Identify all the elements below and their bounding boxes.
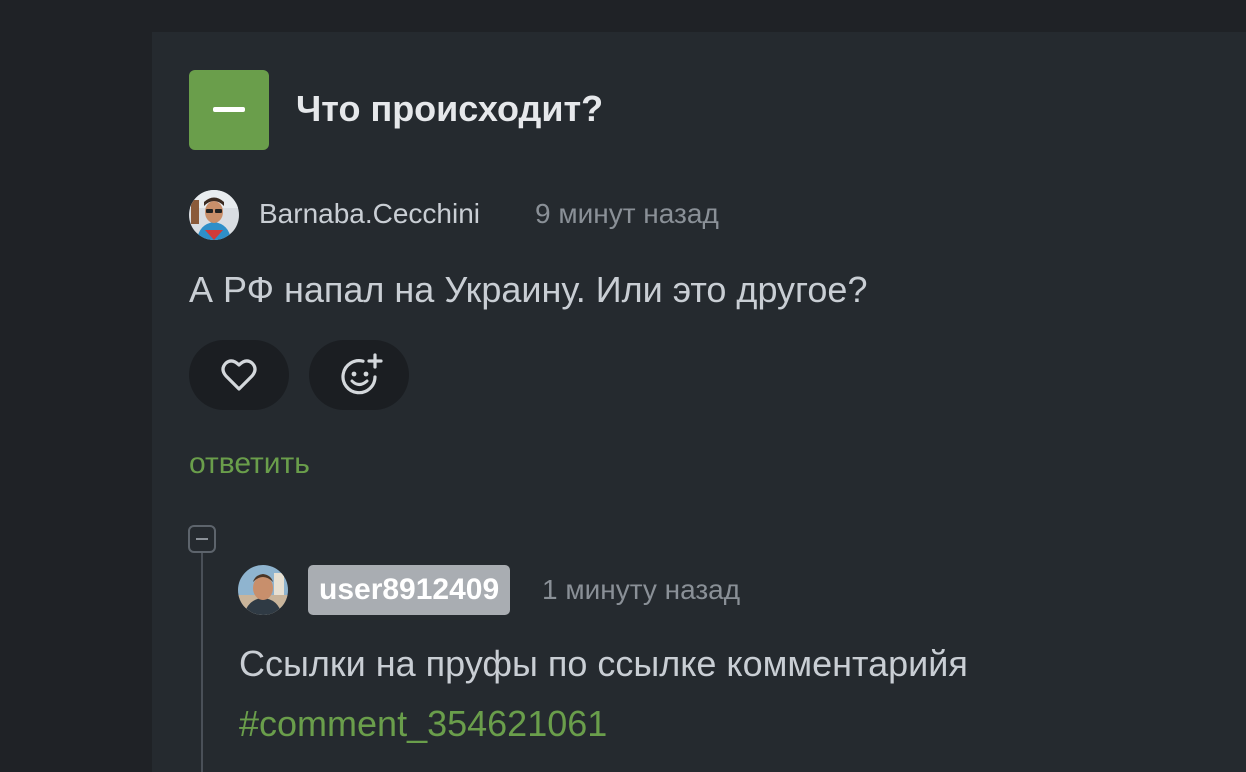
heart-icon [221, 359, 257, 391]
comment-time: 9 минут назад [535, 198, 719, 229]
comment-link[interactable]: #comment_354621061 [239, 700, 607, 748]
comment-author[interactable]: Barnaba.Cecchini [259, 196, 480, 232]
avatar[interactable] [238, 565, 288, 615]
emoji-add-icon [341, 353, 383, 395]
like-button[interactable] [189, 340, 289, 410]
comment-author-badge[interactable]: user8912409 [308, 565, 511, 615]
minus-icon [213, 107, 245, 112]
thread-title: Что происходит? [296, 88, 604, 129]
comment-time: 1 минуту назад [542, 574, 741, 605]
thread-line[interactable] [201, 553, 203, 772]
reply-link[interactable]: ответить [189, 444, 310, 484]
add-reaction-button[interactable] [309, 340, 409, 410]
minus-icon [196, 538, 208, 540]
avatar[interactable] [189, 190, 239, 240]
collapse-branch-button[interactable] [188, 525, 216, 553]
page: Что происходит? Barnaba.Cecchini 9 минут… [0, 0, 1246, 772]
collapse-thread-button[interactable] [189, 70, 269, 150]
comment-text: А РФ напал на Украину. Или это другое? [189, 269, 868, 310]
comment-text: Ссылки на пруфы по ссылке комментарийя [239, 643, 968, 684]
